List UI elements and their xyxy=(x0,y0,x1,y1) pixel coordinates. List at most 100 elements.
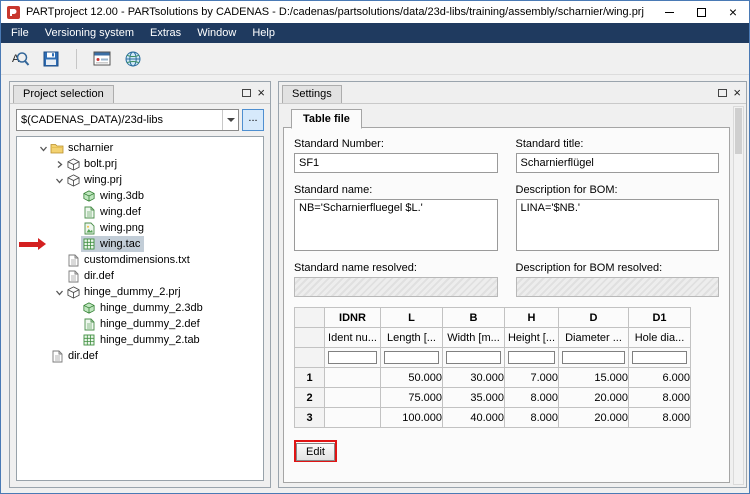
cell-D1-row3[interactable]: 8.000 xyxy=(629,408,691,428)
caret-down-icon[interactable] xyxy=(37,144,49,153)
close-icon[interactable]: × xyxy=(717,1,749,23)
cell-H-row3[interactable]: 8.000 xyxy=(505,408,559,428)
standard-title-field[interactable]: Scharnierflügel xyxy=(516,153,720,173)
filter-input-B[interactable] xyxy=(446,351,501,364)
tree-item-content[interactable]: customdimensions.txt xyxy=(65,252,194,268)
tree-item-scharnier[interactable]: scharnier xyxy=(17,140,263,156)
tree-item-wing.prj[interactable]: wing.prj xyxy=(17,172,263,188)
minimize-icon[interactable] xyxy=(653,1,685,23)
panel-float-icon[interactable] xyxy=(242,89,251,97)
cell-IDNR-row2[interactable] xyxy=(325,388,381,408)
save-icon[interactable] xyxy=(38,46,64,72)
cell-IDNR-row3[interactable] xyxy=(325,408,381,428)
tree-item-dir.def[interactable]: dir.def xyxy=(17,348,263,364)
tree-item-customdimensions.txt[interactable]: customdimensions.txt xyxy=(17,252,263,268)
standard-name-label: Standard name: xyxy=(294,184,498,196)
tree-item-content[interactable]: hinge_dummy_2.tab xyxy=(81,332,204,348)
column-description-D: Diameter ... xyxy=(559,328,629,348)
column-header-D1: D1 xyxy=(629,308,691,328)
dimension-table: IDNRLBHDD1Ident nu...Length [...Width [m… xyxy=(294,307,691,428)
tree-item-content[interactable]: hinge_dummy_2.3db xyxy=(81,300,207,316)
standard-name-field[interactable]: NB='Scharnierfluegel $L.' xyxy=(294,199,498,251)
column-description-L: Length [... xyxy=(381,328,443,348)
browse-button[interactable]: ... xyxy=(242,109,264,131)
library-path-select[interactable]: $(CADENAS_DATA)/23d-libs xyxy=(16,109,239,131)
panel-close-icon[interactable]: × xyxy=(733,86,741,99)
cell-L-row2[interactable]: 75.000 xyxy=(381,388,443,408)
tree-item-hinge_dummy_2.def[interactable]: hinge_dummy_2.def xyxy=(17,316,263,332)
globe-icon[interactable] xyxy=(120,46,146,72)
table-row-1: 1 50.00030.0007.00015.0006.000 xyxy=(295,368,691,388)
filter-input-L[interactable] xyxy=(384,351,439,364)
panel-float-icon[interactable] xyxy=(718,89,727,97)
project-cube-icon xyxy=(66,157,80,171)
filter-input-IDNR[interactable] xyxy=(328,351,377,364)
panel-close-icon[interactable]: × xyxy=(257,86,265,99)
menu-file[interactable]: File xyxy=(3,23,37,43)
menu-versioning-system[interactable]: Versioning system xyxy=(37,23,142,43)
find-text-icon[interactable]: A xyxy=(7,46,33,72)
menu-extras[interactable]: Extras xyxy=(142,23,189,43)
cell-D-row2[interactable]: 20.000 xyxy=(559,388,629,408)
bom-field[interactable]: LINA='$NB.' xyxy=(516,199,720,251)
settings-panel: Settings × Table file Standard Number: S… xyxy=(278,81,747,488)
tree-item-content[interactable]: wing.def xyxy=(81,204,145,220)
tree-item-content[interactable]: wing.prj xyxy=(65,172,126,188)
cell-IDNR-row1[interactable] xyxy=(325,368,381,388)
file-def-icon xyxy=(82,205,96,219)
tree-item-content[interactable]: wing.3db xyxy=(81,188,148,204)
cell-H-row1[interactable]: 7.000 xyxy=(505,368,559,388)
tree-item-dir.def[interactable]: dir.def xyxy=(17,268,263,284)
filter-input-D1[interactable] xyxy=(632,351,687,364)
tree-item-content[interactable]: dir.def xyxy=(49,348,102,364)
tree-item-wing.png[interactable]: wing.png xyxy=(17,220,263,236)
vertical-scrollbar[interactable] xyxy=(733,106,744,485)
tree-item-content[interactable]: hinge_dummy_2.prj xyxy=(65,284,185,300)
tree-item-content[interactable]: hinge_dummy_2.def xyxy=(81,316,204,332)
filter-input-H[interactable] xyxy=(508,351,555,364)
cell-H-row2[interactable]: 8.000 xyxy=(505,388,559,408)
maximize-icon[interactable] xyxy=(685,1,717,23)
tree-item-content[interactable]: wing.png xyxy=(81,220,148,236)
cell-L-row1[interactable]: 50.000 xyxy=(381,368,443,388)
chevron-down-icon[interactable] xyxy=(222,110,238,130)
tree-item-content[interactable]: dir.def xyxy=(65,268,118,284)
tree-item-content[interactable]: bolt.prj xyxy=(65,156,121,172)
cell-B-row1[interactable]: 30.000 xyxy=(443,368,505,388)
tree-item-bolt.prj[interactable]: bolt.prj xyxy=(17,156,263,172)
menu-help[interactable]: Help xyxy=(244,23,283,43)
tree-item-selected[interactable]: wing.tac xyxy=(81,236,144,252)
cell-B-row3[interactable]: 40.000 xyxy=(443,408,505,428)
tree-item-wing.3db[interactable]: wing.3db xyxy=(17,188,263,204)
cell-L-row3[interactable]: 100.000 xyxy=(381,408,443,428)
tree-item-wing.tac[interactable]: wing.tac xyxy=(17,236,263,252)
tree-item-hinge_dummy_2.prj[interactable]: hinge_dummy_2.prj xyxy=(17,284,263,300)
caret-down-icon[interactable] xyxy=(53,288,65,297)
tree-item-hinge_dummy_2.tab[interactable]: hinge_dummy_2.tab xyxy=(17,332,263,348)
tab-table-file[interactable]: Table file xyxy=(291,109,362,129)
scrollbar-thumb[interactable] xyxy=(735,108,742,154)
menu-window[interactable]: Window xyxy=(189,23,244,43)
application-window-icon[interactable] xyxy=(89,46,115,72)
cell-D-row1[interactable]: 15.000 xyxy=(559,368,629,388)
column-header-L: L xyxy=(381,308,443,328)
cell-D-row3[interactable]: 20.000 xyxy=(559,408,629,428)
settings-panel-header: Settings × xyxy=(279,82,746,104)
standard-number-field[interactable]: SF1 xyxy=(294,153,498,173)
row-number[interactable]: 2 xyxy=(295,388,325,408)
cell-D1-row1[interactable]: 6.000 xyxy=(629,368,691,388)
row-number[interactable]: 3 xyxy=(295,408,325,428)
caret-right-icon[interactable] xyxy=(53,160,65,169)
row-number[interactable]: 1 xyxy=(295,368,325,388)
caret-down-icon[interactable] xyxy=(53,176,65,185)
filter-input-D[interactable] xyxy=(562,351,625,364)
settings-body: Table file Standard Number: Standard tit… xyxy=(283,108,730,483)
cell-D1-row2[interactable]: 8.000 xyxy=(629,388,691,408)
tree-item-wing.def[interactable]: wing.def xyxy=(17,204,263,220)
project-panel-header: Project selection × xyxy=(10,82,270,104)
edit-button[interactable]: Edit xyxy=(296,443,335,461)
cell-B-row2[interactable]: 35.000 xyxy=(443,388,505,408)
tree-item-content[interactable]: scharnier xyxy=(49,140,117,156)
tree-item-hinge_dummy_2.3db[interactable]: hinge_dummy_2.3db xyxy=(17,300,263,316)
file-3db-icon xyxy=(82,301,96,315)
